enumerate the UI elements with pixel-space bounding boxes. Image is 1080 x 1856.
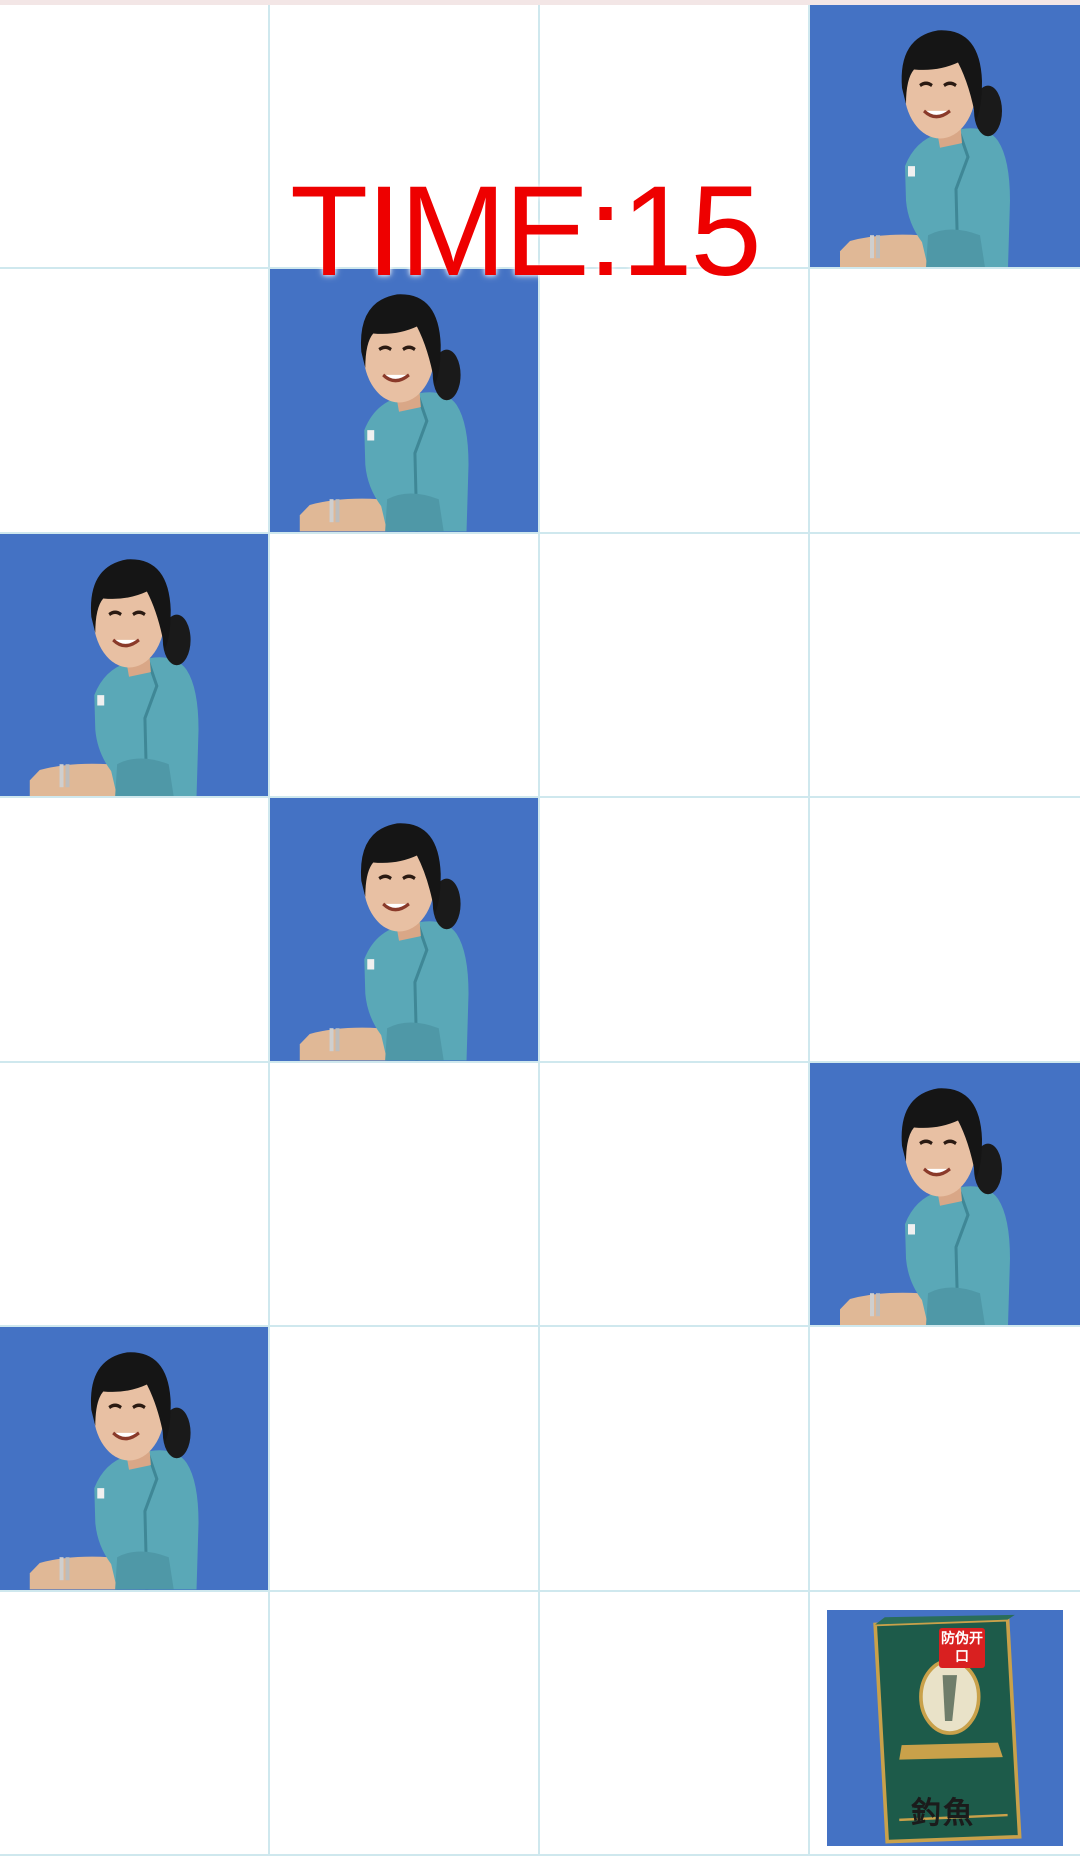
- tile-empty[interactable]: [810, 269, 1080, 534]
- tile-empty[interactable]: [810, 798, 1080, 1063]
- tile-empty[interactable]: [0, 798, 270, 1063]
- item-label: 釣魚: [911, 1795, 975, 1831]
- tile-empty[interactable]: [540, 1062, 810, 1328]
- tile-empty[interactable]: [270, 533, 540, 799]
- woman-photo-icon: [810, 5, 1080, 268]
- tile-empty[interactable]: [810, 533, 1080, 799]
- game-board-screen: 防伪开口 釣魚 TIME:15: [0, 0, 1080, 1856]
- tile-empty[interactable]: [540, 533, 810, 799]
- tile-person[interactable]: [810, 5, 1080, 270]
- woman-photo-icon: [0, 1327, 268, 1590]
- tile-empty[interactable]: [540, 1327, 810, 1592]
- tile-empty[interactable]: [270, 5, 540, 270]
- tile-empty[interactable]: [0, 269, 270, 534]
- tile-person[interactable]: [0, 1327, 270, 1592]
- woman-photo-icon: [270, 798, 538, 1061]
- tile-person[interactable]: [270, 798, 540, 1063]
- woman-photo-icon: [0, 534, 268, 797]
- tile-person[interactable]: [0, 533, 270, 799]
- woman-photo-icon: [810, 1063, 1080, 1326]
- tile-empty[interactable]: [270, 1327, 540, 1592]
- tile-item[interactable]: 防伪开口釣魚: [810, 1591, 1080, 1856]
- tile-empty[interactable]: [270, 1062, 540, 1328]
- tile-empty[interactable]: [540, 798, 810, 1063]
- tile-empty[interactable]: [270, 1591, 540, 1856]
- tile-grid: 防伪开口釣魚: [0, 5, 1080, 1856]
- tile-empty[interactable]: [0, 1062, 270, 1328]
- woman-photo-icon: [270, 269, 538, 532]
- tile-empty[interactable]: [540, 5, 810, 270]
- tile-empty[interactable]: [540, 269, 810, 534]
- tile-person[interactable]: [810, 1062, 1080, 1328]
- cigarette-pack-icon: 防伪开口釣魚: [827, 1609, 1063, 1846]
- tile-empty[interactable]: [0, 1591, 270, 1856]
- item-badge: 防伪开口: [939, 1627, 985, 1668]
- tile-person[interactable]: [270, 269, 540, 534]
- tile-empty[interactable]: [540, 1591, 810, 1856]
- tile-empty[interactable]: [810, 1327, 1080, 1592]
- tile-empty[interactable]: [0, 5, 270, 270]
